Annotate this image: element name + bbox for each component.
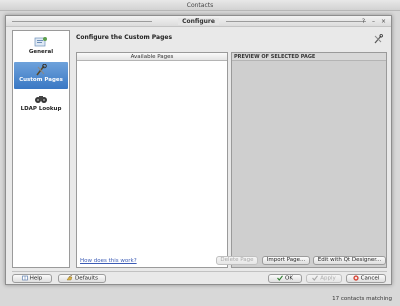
delete-page-button[interactable]: Delete Page xyxy=(216,256,258,265)
apply-button[interactable]: Apply xyxy=(306,274,342,283)
apply-label: Apply xyxy=(320,275,336,282)
edit-with-designer-button[interactable]: Edit with Qt Designer... xyxy=(313,256,386,265)
help-window-button[interactable]: ? xyxy=(360,18,367,25)
sidebar-item-custom-pages[interactable]: Custom Pages xyxy=(14,62,68,89)
sidebar-item-label: Custom Pages xyxy=(19,77,63,83)
cancel-label: Cancel xyxy=(360,275,380,282)
help-label: Help xyxy=(29,275,43,282)
general-icon xyxy=(34,37,47,47)
ok-button[interactable]: OK xyxy=(268,274,302,283)
close-window-button[interactable]: × xyxy=(380,18,387,25)
cancel-button[interactable]: Cancel xyxy=(346,274,386,283)
check-icon xyxy=(277,275,283,281)
preview-header: PREVIEW OF SELECTED PAGE xyxy=(232,53,386,61)
page-title: Configure the Custom Pages xyxy=(76,34,173,41)
help-icon xyxy=(21,275,28,281)
binoculars-icon xyxy=(35,96,47,103)
sidebar-item-label: General xyxy=(28,49,54,55)
footer-separator xyxy=(12,271,387,272)
apply-check-icon xyxy=(312,275,319,281)
dialog-title: Configure xyxy=(178,18,219,25)
defaults-label: Defaults xyxy=(75,275,98,282)
cancel-icon xyxy=(353,275,359,281)
sidebar-item-ldap-lookup[interactable]: LDAP Lookup xyxy=(14,91,68,118)
sidebar-item-general[interactable]: General xyxy=(14,34,68,61)
sidebar-item-label: LDAP Lookup xyxy=(20,106,62,112)
preview-panel: PREVIEW OF SELECTED PAGE xyxy=(231,52,387,268)
page-tools-icon xyxy=(374,34,383,44)
help-button[interactable]: Help xyxy=(12,274,52,283)
minimize-window-button[interactable]: – xyxy=(370,18,377,25)
dialog-titlebar[interactable]: Configure ? – × xyxy=(6,16,391,27)
import-page-button[interactable]: Import Page... xyxy=(262,256,310,265)
available-pages-header[interactable]: Available Pages xyxy=(77,53,227,61)
status-bar-text: 17 contacts matching xyxy=(332,296,392,302)
contacts-window-title: Contacts xyxy=(0,0,400,11)
defaults-button[interactable]: Defaults xyxy=(58,274,106,283)
broom-icon xyxy=(66,275,73,281)
ok-label: OK xyxy=(285,275,293,282)
available-pages-list[interactable]: Available Pages xyxy=(76,52,228,268)
tools-icon xyxy=(36,64,47,76)
how-does-this-work-link[interactable]: How does this work? xyxy=(80,258,137,264)
configure-dialog: Configure ? – × General Custom Pages LDA… xyxy=(5,15,392,285)
config-sidebar: General Custom Pages LDAP Lookup xyxy=(12,30,70,268)
